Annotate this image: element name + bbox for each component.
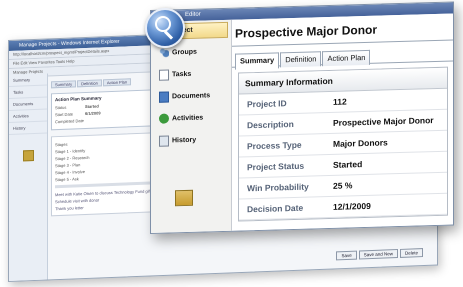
sidebar-item-label: History <box>172 136 197 144</box>
app-logo-icon <box>175 189 193 207</box>
editor-window: Editor Project Groups Tasks Documents Ac… <box>150 1 454 234</box>
sidebar-item-activities[interactable]: Activities <box>151 106 231 130</box>
documents-icon <box>159 90 169 103</box>
bg-app-icon <box>23 150 34 162</box>
field-value: 25 % <box>333 180 353 191</box>
field-label: Decision Date <box>247 202 304 215</box>
history-icon <box>159 134 169 147</box>
tasks-icon <box>159 68 169 81</box>
field-value: Started <box>333 159 363 170</box>
summary-panel: Summary Information Project ID 112 Descri… <box>238 66 448 222</box>
bg-button-bar: Save Save and New Delete <box>334 241 423 262</box>
tab-summary[interactable]: Summary <box>235 52 280 70</box>
sidebar-item-tasks[interactable]: Tasks <box>151 62 231 86</box>
sidebar-item-label: Tasks <box>172 70 192 78</box>
bg-sidebar: Summary Tasks Documents Activities Histo… <box>9 73 48 281</box>
groups-icon <box>159 47 169 58</box>
sidebar-item-label: Groups <box>172 48 197 56</box>
bg-nav-history[interactable]: History <box>9 121 47 135</box>
sidebar-item-documents[interactable]: Documents <box>151 84 231 108</box>
tab-definition[interactable]: Definition <box>280 51 322 68</box>
field-value: Major Donors <box>333 137 388 149</box>
magnifier-handle <box>163 30 174 40</box>
tab-action-plan[interactable]: Action Plan <box>322 49 371 67</box>
bg-tab-summary[interactable]: Summary <box>51 80 77 89</box>
bg-tab-action-plan[interactable]: Action Plan <box>102 78 132 87</box>
field-label: Project Status <box>247 160 305 173</box>
field-label: Win Probability <box>247 181 309 194</box>
field-row: Decision Date 12/1/2009 <box>239 193 447 221</box>
editor-main: Prospective Major Donor Summary Definitio… <box>232 13 453 231</box>
field-label: Process Type <box>247 139 302 152</box>
field-value: 12/1/2009 <box>333 200 371 212</box>
field-value: 112 <box>333 96 347 107</box>
sidebar-item-label: Activities <box>172 114 204 122</box>
field-label: Description <box>247 118 294 131</box>
field-value: Prospective Major Donor <box>333 115 434 128</box>
field-label: Project ID <box>247 98 287 110</box>
magnifier-lens <box>155 16 171 32</box>
sidebar-item-label: Documents <box>172 91 211 100</box>
bg-delete-button[interactable]: Delete <box>399 248 423 258</box>
bg-save-new-button[interactable]: Save and New <box>358 249 398 260</box>
sidebar-item-history[interactable]: History <box>151 128 231 152</box>
bg-tab-definition[interactable]: Definition <box>77 79 102 88</box>
activities-icon <box>159 113 169 124</box>
bg-save-button[interactable]: Save <box>336 250 357 261</box>
editor-sidebar: Project Groups Tasks Documents Activitie… <box>151 19 232 233</box>
magnifier-icon <box>145 8 185 48</box>
